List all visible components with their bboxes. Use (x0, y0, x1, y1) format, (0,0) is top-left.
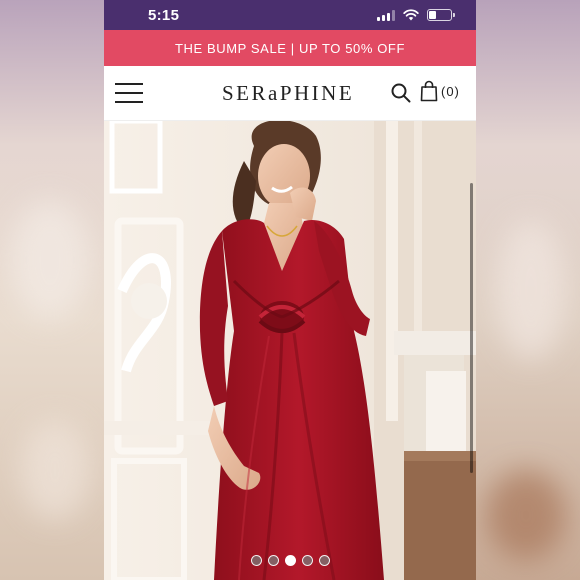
hero-product-image[interactable] (104, 121, 476, 580)
carousel-dot[interactable] (284, 555, 296, 566)
page-scrollbar[interactable] (470, 183, 473, 473)
hamburger-menu-icon[interactable] (115, 83, 143, 103)
carousel-dots (104, 555, 476, 566)
right-blur-backdrop (476, 0, 580, 580)
promo-banner[interactable]: THE BUMP SALE | UP TO 50% OFF (104, 30, 476, 66)
carousel-dot[interactable] (301, 555, 313, 566)
search-icon[interactable] (390, 82, 412, 104)
carousel-dot[interactable] (267, 555, 279, 566)
carousel-dot[interactable] (318, 555, 330, 566)
hero-photo (104, 121, 476, 580)
carousel-dot[interactable] (250, 555, 262, 566)
cellular-signal-icon (377, 9, 395, 21)
promo-banner-text: THE BUMP SALE | UP TO 50% OFF (174, 40, 406, 56)
shopping-bag-icon (420, 80, 438, 102)
left-blur-backdrop (0, 0, 104, 580)
status-time: 5:15 (148, 6, 180, 24)
bag-count: (0) (441, 83, 460, 99)
status-bar: 5:15 (104, 0, 476, 30)
phone-screen: 5:15 THE BUMP SALE | UP TO 50% OFF SERaP… (104, 0, 476, 580)
seraphine-logo[interactable]: SERaPHINE (222, 81, 354, 106)
status-icons (377, 9, 455, 21)
battery-icon (427, 9, 455, 21)
shopping-bag-button[interactable]: (0) (420, 80, 460, 102)
site-header: SERaPHINE (0) (104, 66, 476, 121)
wifi-icon (403, 9, 419, 21)
